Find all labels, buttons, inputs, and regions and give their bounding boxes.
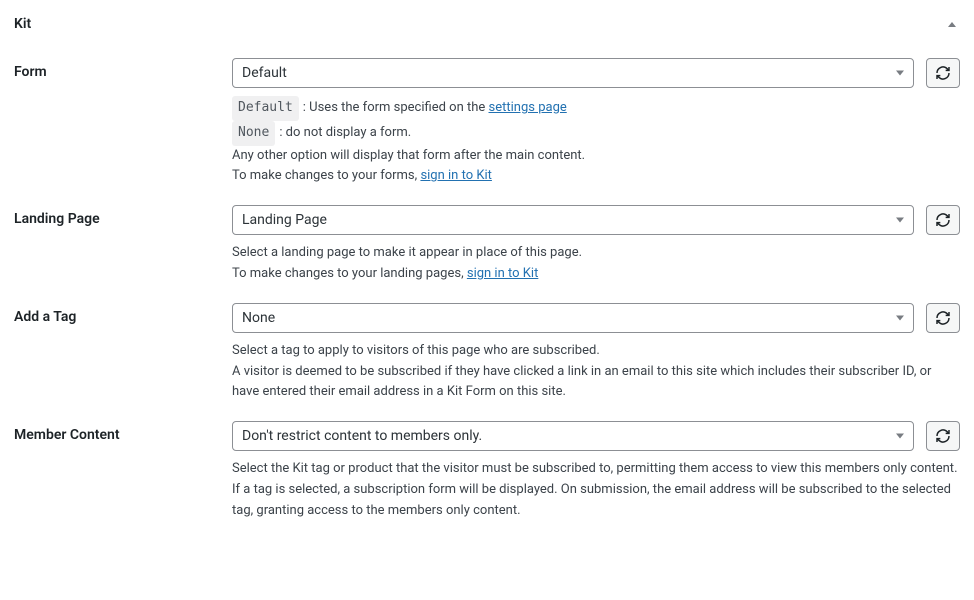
member-select-row: Don't restrict content to members only. [232,421,960,451]
member-body: Don't restrict content to members only. … [232,421,960,521]
tag-select-row: None [232,303,960,333]
refresh-icon [935,212,951,228]
form-select-row: Default [232,58,960,88]
form-help-text-3: Any other option will display that form … [232,146,960,167]
chevron-up-icon [948,22,956,27]
chevron-down-icon [896,315,904,320]
landing-select-value: Landing Page [242,212,327,228]
form-help-text-4: To make changes to your forms, [232,168,420,183]
panel-header[interactable]: Kit [0,0,974,40]
refresh-icon [935,65,951,81]
form-select[interactable]: Default [232,58,914,88]
landing-field-row: Landing Page Landing Page Select a landi… [0,187,974,285]
chevron-down-icon [896,434,904,439]
tag-field-row: Add a Tag None Select a tag to apply to … [0,285,974,403]
landing-select-row: Landing Page [232,205,960,235]
tag-refresh-button[interactable] [926,303,960,333]
form-label: Form [14,58,232,80]
tag-help-text-2: A visitor is deemed to be subscribed if … [232,362,960,404]
form-refresh-button[interactable] [926,58,960,88]
form-help-text: Default: Uses the form specified on the … [232,96,960,187]
tag-help-text-1: Select a tag to apply to visitors of thi… [232,341,960,362]
panel-title: Kit [14,16,31,32]
landing-signin-link[interactable]: sign in to Kit [467,266,538,281]
settings-page-link[interactable]: settings page [489,100,567,115]
refresh-icon [935,428,951,444]
refresh-icon [935,310,951,326]
landing-help-text-2: To make changes to your landing pages, [232,266,467,281]
tag-select[interactable]: None [232,303,914,333]
member-field-row: Member Content Don't restrict content to… [0,403,974,521]
form-help-text-1: : Uses the form specified on the [303,100,489,115]
landing-help-text: Select a landing page to make it appear … [232,243,960,285]
form-field-row: Form Default Default : Uses the form spec… [0,40,974,187]
member-select[interactable]: Don't restrict content to members only. [232,421,914,451]
form-body: Default Default : Uses the form specified… [232,58,960,187]
landing-select[interactable]: Landing Page [232,205,914,235]
landing-help-text-1: Select a landing page to make it appear … [232,243,960,264]
member-help-text-2: If a tag is selected, a subscription for… [232,480,960,522]
tag-body: None Select a tag to apply to visitors o… [232,303,960,403]
landing-body: Landing Page Select a landing page to ma… [232,205,960,285]
tag-select-value: None [242,310,275,326]
member-label: Member Content [14,421,232,443]
member-help-text-1: Select the Kit tag or product that the v… [232,459,960,480]
landing-refresh-button[interactable] [926,205,960,235]
member-help-text: Select the Kit tag or product that the v… [232,459,960,521]
tag-help-text: Select a tag to apply to visitors of thi… [232,341,960,403]
landing-label: Landing Page [14,205,232,227]
member-select-value: Don't restrict content to members only. [242,428,482,444]
member-refresh-button[interactable] [926,421,960,451]
chevron-down-icon [896,71,904,76]
tag-label: Add a Tag [14,303,232,325]
none-code-badge: None [232,121,275,146]
form-select-value: Default [242,65,287,81]
default-code-badge: Default [232,96,299,121]
form-signin-link[interactable]: sign in to Kit [420,168,491,183]
chevron-down-icon [896,218,904,223]
form-help-text-2: : do not display a form. [279,125,411,140]
